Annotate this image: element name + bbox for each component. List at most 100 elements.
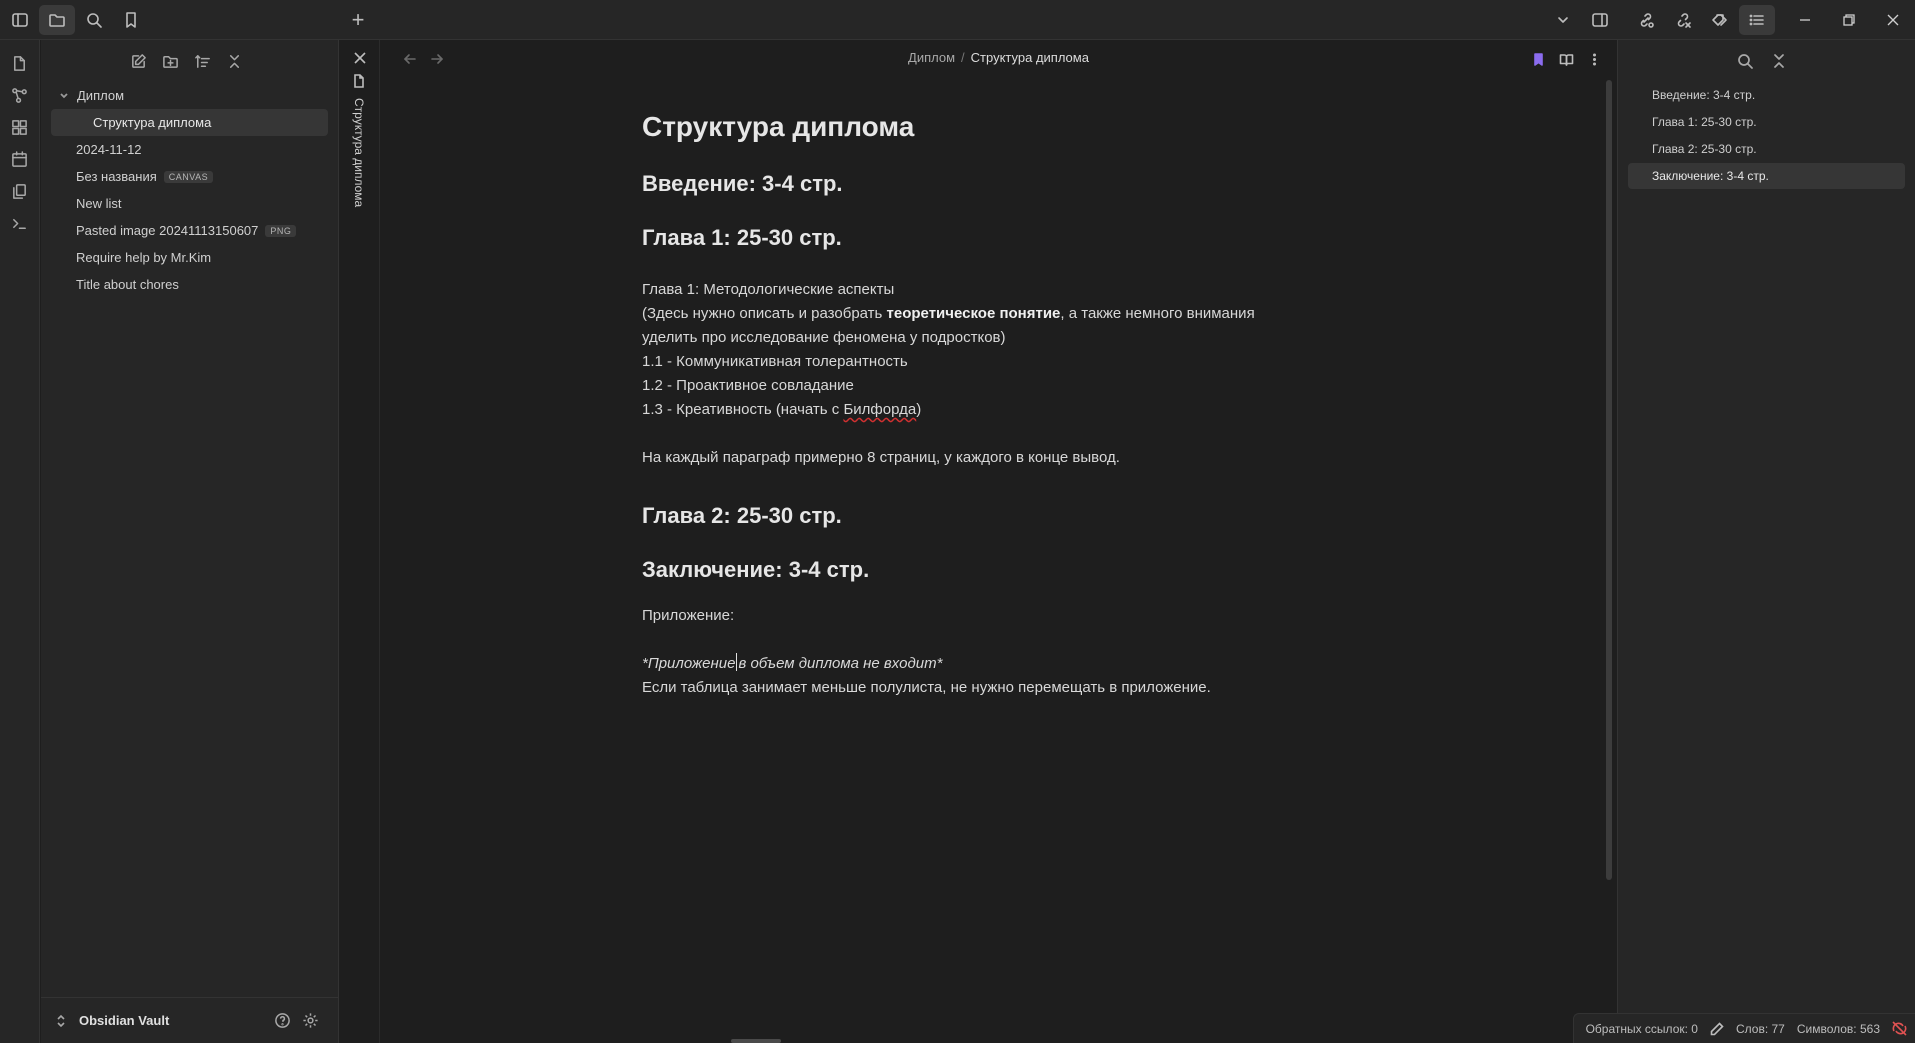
tab-title: Структура диплома <box>352 98 366 208</box>
paragraph-note: На каждый параграф примерно 8 страниц, у… <box>642 449 1120 466</box>
search-icon[interactable] <box>76 5 112 35</box>
tree-file-label: Require help by Mr.Kim <box>76 250 212 265</box>
word-count: Слов: 77 <box>1735 1021 1785 1036</box>
breadcrumb: Диплом / Структура диплома <box>381 50 1616 65</box>
search-icon[interactable] <box>1731 47 1759 75</box>
file-tree: Диплом Структура диплома 2024-11-12 Без … <box>41 82 338 298</box>
sidebar-toggle-icon[interactable] <box>2 5 38 35</box>
list-item-1-2: 1.2 - Проактивное совладание <box>642 377 854 394</box>
stacked-tab[interactable]: Структура диплома <box>340 40 380 1043</box>
tree-file-label: 2024-11-12 <box>76 142 142 157</box>
more-options-icon[interactable] <box>1582 47 1606 71</box>
tree-folder-label: Диплом <box>77 88 125 103</box>
link-icon[interactable] <box>1628 5 1664 35</box>
files-icon[interactable] <box>5 48 35 78</box>
breadcrumb-separator: / <box>961 50 965 65</box>
new-tab-button[interactable]: + <box>340 5 376 35</box>
title-bar: + <box>0 0 1915 40</box>
heading-intro: Введение: 3-4 стр. <box>642 171 843 196</box>
folder-icon[interactable] <box>39 4 75 35</box>
restore-icon[interactable] <box>1827 0 1871 40</box>
tree-file-label: Pasted image 20241113150607 <box>76 223 259 238</box>
chevron-down-icon <box>57 89 71 103</box>
note-content[interactable]: Структура диплома Введение: 3-4 стр. Гла… <box>642 110 1312 700</box>
outline-item[interactable]: Глава 1: 25-30 стр. <box>1628 109 1905 135</box>
close-tab-icon[interactable] <box>350 48 370 68</box>
backlinks-count[interactable]: Обратных ссылок: 0 <box>1586 1022 1698 1036</box>
calendar-icon[interactable] <box>5 144 35 174</box>
outline-item-active[interactable]: Заключение: 3-4 стр. <box>1628 163 1905 189</box>
tree-file-1[interactable]: Без названия CANVAS <box>51 163 328 190</box>
vault-name: Obsidian Vault <box>79 1013 170 1028</box>
appendix-label: Приложение: <box>642 607 735 624</box>
italic-text: *Приложение <box>642 655 736 672</box>
outline-item[interactable]: Глава 2: 25-30 стр. <box>1628 136 1905 162</box>
settings-gear-icon[interactable] <box>296 1007 324 1035</box>
table-note: Если таблица занимает меньше полулиста, … <box>642 679 1211 696</box>
help-icon[interactable] <box>268 1007 296 1035</box>
editor-header: Диплом / Структура диплома <box>381 40 1616 76</box>
outline-list: Введение: 3-4 стр. Глава 1: 25-30 стр. Г… <box>1618 82 1915 189</box>
chevron-up-down-icon <box>55 1014 69 1028</box>
sort-icon[interactable] <box>189 47 217 75</box>
tree-file-3[interactable]: Pasted image 20241113150607 PNG <box>51 217 328 244</box>
close-window-icon[interactable] <box>1871 0 1915 40</box>
editor-scrollbar[interactable] <box>1606 80 1612 880</box>
bookmark-icon[interactable] <box>113 5 149 35</box>
heading-chapter-2: Глава 2: 25-30 стр. <box>642 503 842 528</box>
tree-file-structure[interactable]: Структура диплома <box>51 109 328 136</box>
list-item-1-3: 1.3 - Креативность (начать с Билфорда) <box>642 398 1312 422</box>
new-note-icon[interactable] <box>125 47 153 75</box>
tree-file-label: New list <box>76 196 122 211</box>
file-type-badge: CANVAS <box>163 170 214 183</box>
text-span: 1.3 - Креативность (начать с <box>642 401 844 418</box>
sync-off-icon[interactable] <box>1892 1021 1907 1036</box>
collapse-all-icon[interactable] <box>1765 47 1793 75</box>
outline-pane: Введение: 3-4 стр. Глава 1: 25-30 стр. Г… <box>1617 40 1915 1043</box>
graph-icon[interactable] <box>5 80 35 110</box>
text-span: ) <box>916 401 922 418</box>
tab-list-chevron-down-icon[interactable] <box>1545 5 1581 35</box>
list-item-1-1: 1.1 - Коммуникативная толерантность <box>642 353 908 370</box>
bottom-drag-handle[interactable] <box>731 1039 781 1043</box>
char-count: Символов: 563 <box>1796 1021 1880 1036</box>
appendix-italic-note: *Приложение в объем диплома не входит* <box>642 652 1312 676</box>
editor-pane: Диплом / Структура диплома Структура дипло… <box>381 40 1616 1043</box>
tree-file-label: Title about chores <box>76 277 179 292</box>
minimize-icon[interactable] <box>1783 0 1827 40</box>
chapter-1-description: (Здесь нужно описать и разобрать теорети… <box>642 302 1312 350</box>
heading-chapter-1: Глава 1: 25-30 стр. <box>642 225 842 250</box>
file-type-badge: PNG <box>265 224 297 237</box>
new-folder-icon[interactable] <box>157 47 185 75</box>
vault-switcher[interactable]: Obsidian Vault <box>41 997 338 1043</box>
bookmark-filled-icon[interactable] <box>1526 47 1550 71</box>
tree-file-2[interactable]: New list <box>51 190 328 217</box>
copy-icon[interactable] <box>5 176 35 206</box>
tree-file-label: Структура диплома <box>93 115 212 130</box>
file-icon <box>352 74 368 90</box>
text-span: (Здесь нужно описать и разобрать <box>642 305 887 322</box>
tree-file-5[interactable]: Title about chores <box>51 271 328 298</box>
unlink-icon[interactable] <box>1665 5 1701 35</box>
canvas-icon[interactable] <box>5 112 35 142</box>
outline-icon[interactable] <box>1739 5 1775 35</box>
breadcrumb-current[interactable]: Структура диплома <box>971 50 1089 65</box>
status-bar: Обратных ссылок: 0 Слов: 77 Символов: 56… <box>1572 1013 1915 1043</box>
bold-text: теоретическое понятие <box>886 305 1061 322</box>
misspelled-word[interactable]: Билфорда <box>843 401 916 418</box>
tags-icon[interactable] <box>1702 5 1738 35</box>
reading-view-icon[interactable] <box>1554 47 1578 71</box>
outline-item[interactable]: Введение: 3-4 стр. <box>1628 82 1905 108</box>
tree-folder-diplom[interactable]: Диплом <box>51 82 328 109</box>
ribbon <box>0 40 40 1043</box>
tree-file-4[interactable]: Require help by Mr.Kim <box>51 244 328 271</box>
collapse-all-icon[interactable] <box>221 47 249 75</box>
tree-file-label: Без названия <box>76 169 157 184</box>
chapter-1-title: Глава 1: Методологические аспекты <box>642 281 895 298</box>
split-pane-icon[interactable] <box>1582 5 1618 35</box>
tree-file-0[interactable]: 2024-11-12 <box>51 136 328 163</box>
breadcrumb-parent[interactable]: Диплом <box>908 50 955 65</box>
terminal-icon[interactable] <box>5 208 35 238</box>
note-title: Структура диплома <box>642 111 915 142</box>
pencil-icon[interactable] <box>1710 1021 1724 1036</box>
